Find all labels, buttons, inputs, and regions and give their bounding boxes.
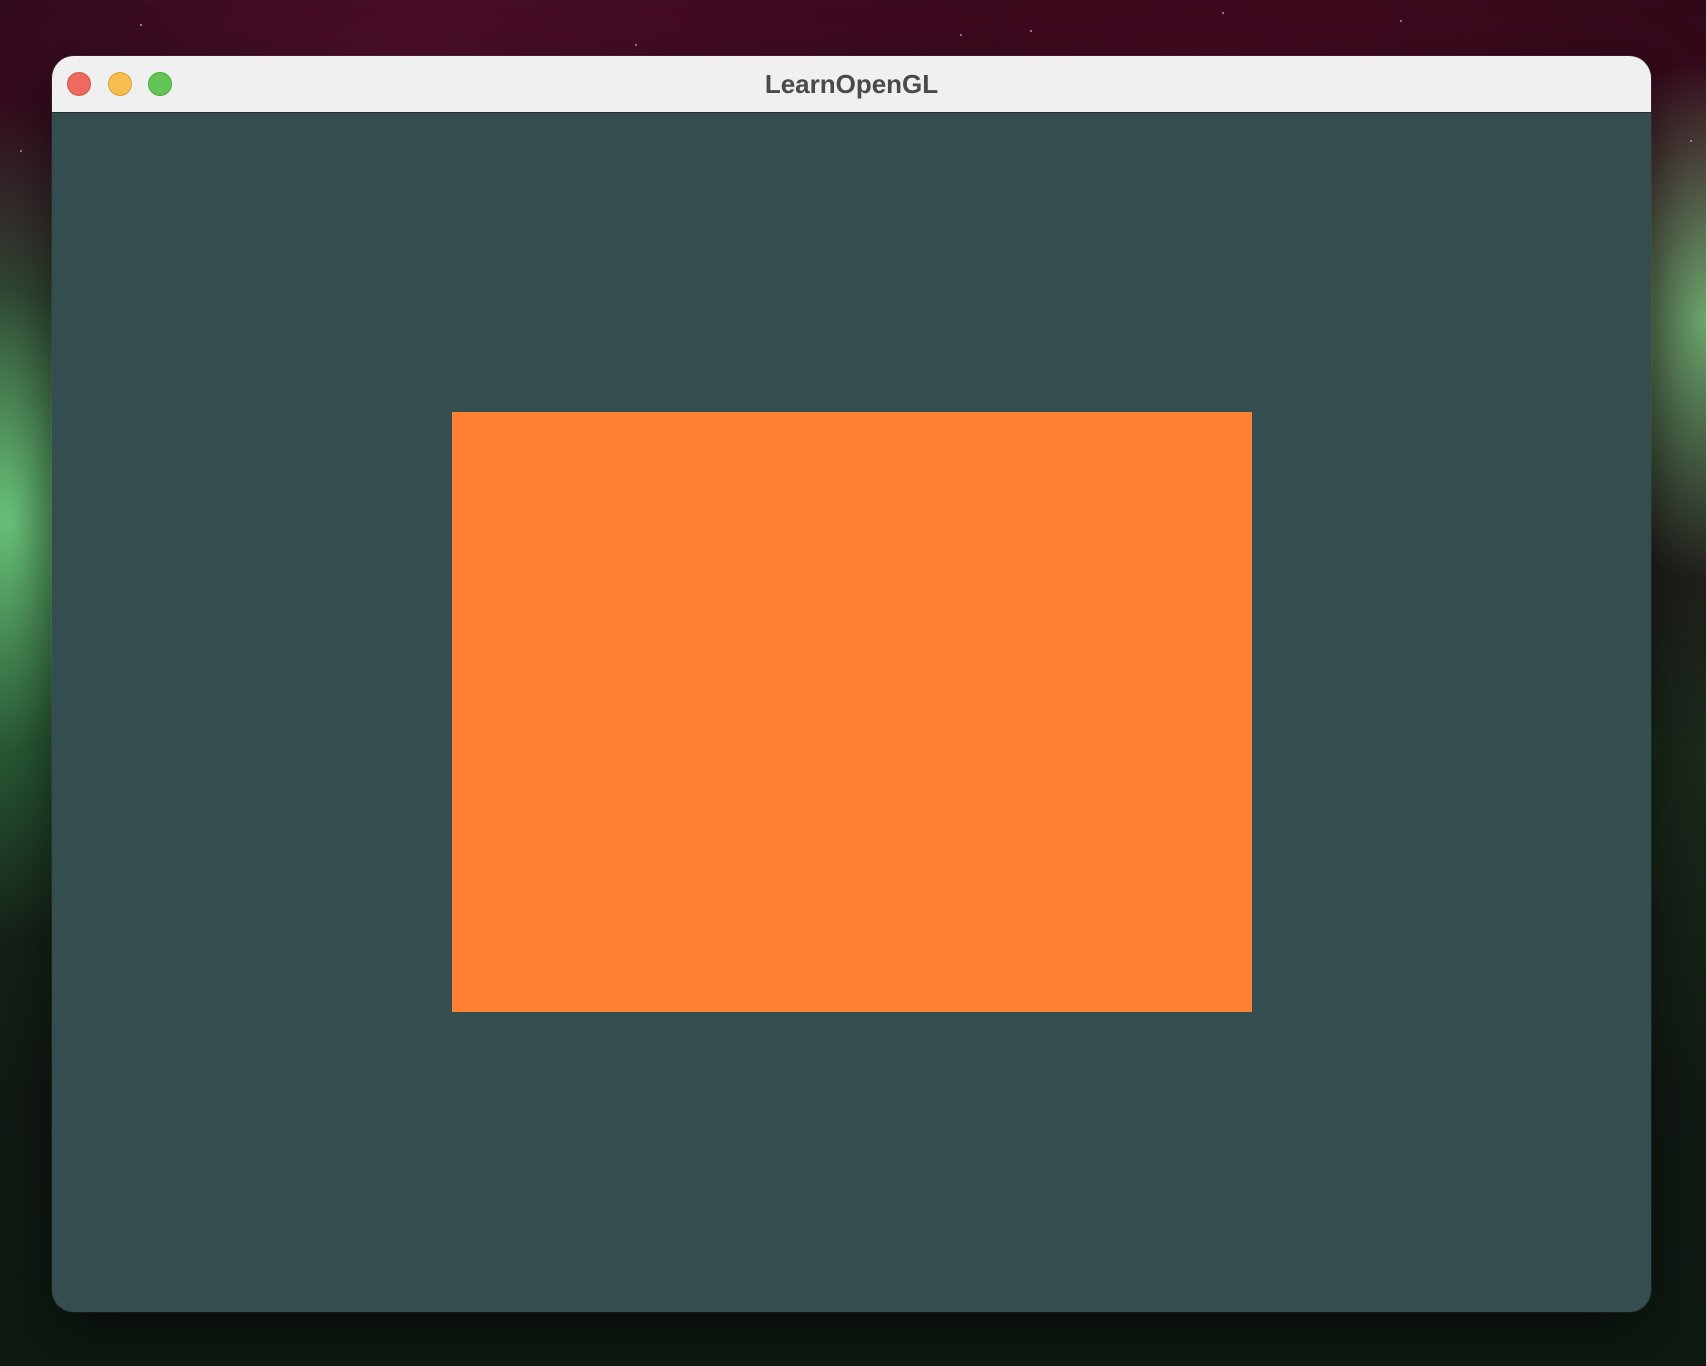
app-window: LearnOpenGL: [52, 56, 1651, 1312]
star: [1030, 30, 1032, 32]
window-title: LearnOpenGL: [764, 69, 939, 99]
star: [1690, 140, 1692, 142]
star: [635, 44, 637, 46]
star: [1400, 20, 1402, 22]
orange-rectangle: [452, 412, 1252, 1012]
star: [20, 150, 22, 152]
star: [1222, 12, 1224, 14]
gl-viewport[interactable]: [52, 113, 1651, 1312]
star: [140, 24, 142, 26]
star: [960, 34, 962, 36]
title-bar[interactable]: LearnOpenGL: [52, 56, 1651, 113]
